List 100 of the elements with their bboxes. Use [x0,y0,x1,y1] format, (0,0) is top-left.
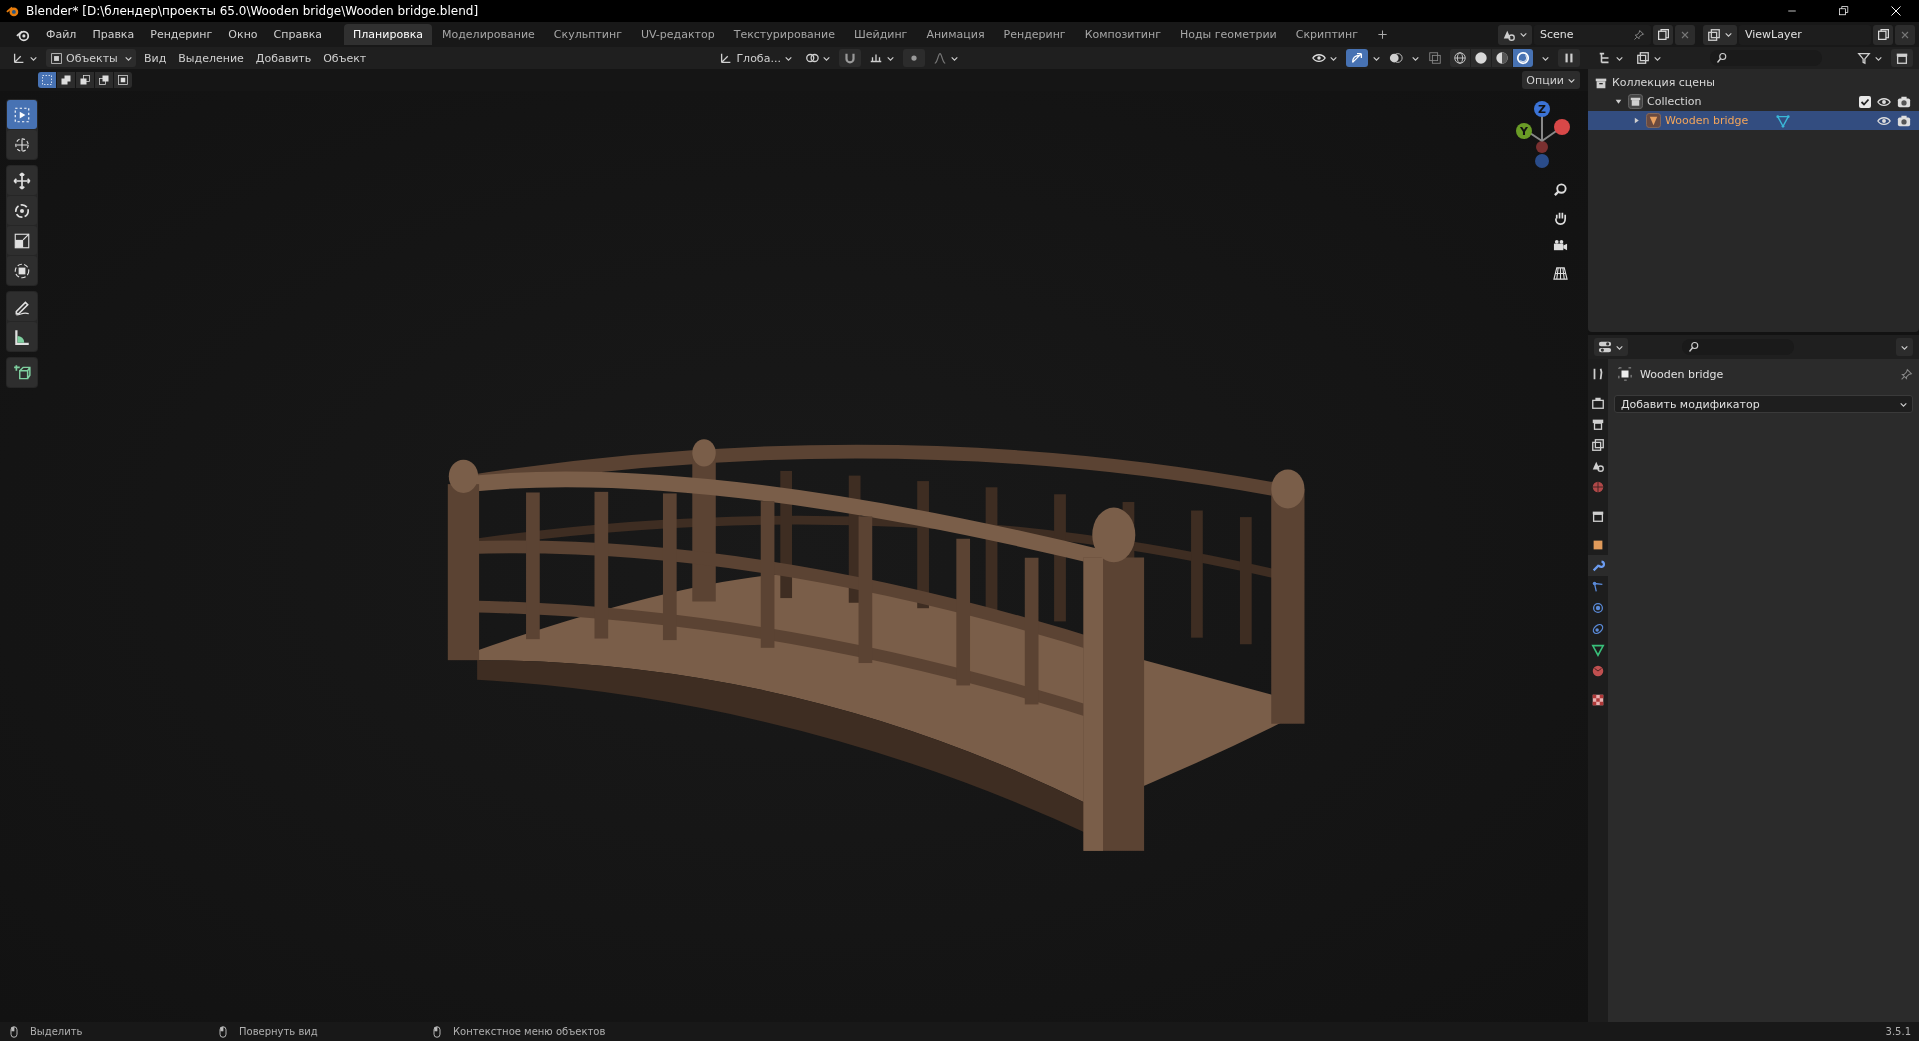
workspace-tab[interactable]: Текстурирование [724,24,844,45]
mouse-icon [8,1025,20,1038]
rendered-sphere-icon [1516,51,1530,65]
workspace-tab[interactable]: Планировка [344,24,432,45]
editor-type-button[interactable] [1594,338,1628,356]
pin-icon [1633,28,1645,41]
scene-name: Scene [1540,28,1574,41]
ruler-icon [13,327,31,346]
status-hint: Выделить [30,1026,83,1037]
axes-icon [12,51,26,65]
checkbox[interactable] [1859,95,1871,108]
box-icon [1628,94,1643,109]
select-mode-button[interactable] [114,72,132,88]
funnel-icon [1857,51,1871,65]
camera-icon [1897,113,1911,128]
shading-button[interactable] [1513,49,1533,67]
proportional-toggle[interactable] [902,49,925,67]
outliner-row[interactable]: Collection [1588,92,1919,111]
status-hint: Контекстное меню объектов [453,1026,606,1037]
tool-button[interactable] [7,322,37,351]
shading-button[interactable] [1471,49,1491,67]
workspace-tab[interactable]: Рендеринг [994,24,1075,45]
workspace-tab[interactable]: Анимация [917,24,994,45]
version-label: 3.5.1 [1885,1026,1911,1037]
scene-field[interactable]: Scene [1534,24,1651,45]
camera-icon [1552,237,1568,253]
delete-scene-button[interactable] [1675,24,1695,45]
add-modifier-dropdown[interactable]: Добавить модификатор [1614,395,1913,413]
menu-item[interactable]: Добавить [251,49,316,67]
wrench-icon [1591,558,1605,573]
orientation-dropdown[interactable]: Глоба... [715,49,797,67]
rotate-icon [13,201,31,220]
shading-button[interactable] [1492,49,1512,67]
menu-item[interactable]: Объект [319,49,371,67]
tool-button[interactable] [7,226,37,255]
outliner-icon [1598,51,1612,65]
workspace-tab[interactable]: Композитинг [1075,24,1170,45]
box-icon [1895,51,1909,65]
new-scene-button[interactable] [1653,24,1673,45]
select-mode-button[interactable] [57,72,75,88]
new-view-layer-button[interactable] [1873,24,1893,45]
select-mode-button[interactable] [95,72,113,88]
menu-item[interactable]: Окно [220,24,266,45]
options-dropdown[interactable]: Опции [1522,71,1580,89]
outliner-row[interactable]: Коллекция сцены [1588,73,1919,92]
workspace-tab[interactable]: Скульптинг [544,24,631,45]
workspace-tab[interactable]: Шейдинг [844,24,917,45]
tool-button[interactable] [7,358,37,387]
workspace-tab[interactable]: Моделирование [433,24,544,45]
mouse-icon [217,1025,229,1038]
mesh-data-icon [1776,113,1791,128]
tool-button[interactable] [7,196,37,225]
menu-item[interactable]: Справка [265,24,331,45]
add-cube-icon [13,363,31,382]
sidebar-toggle[interactable] [1558,49,1580,67]
options-button[interactable] [1896,338,1913,356]
orbit-icon [1591,600,1605,615]
falloff-curve-icon [932,51,947,65]
window-title: Blender* [D:\блендер\проекты 65.0\Wooden bridge\Wooden bridge.blend] [26,4,479,18]
view-layer-field[interactable]: ViewLayer [1739,24,1871,45]
snap-toggle[interactable] [838,49,861,67]
tool-button[interactable] [7,292,37,321]
menu-item[interactable]: Выделение [174,49,248,67]
object-square-icon [1618,367,1632,381]
outliner-row[interactable]: Wooden bridge [1588,111,1919,130]
tool-button[interactable] [7,130,37,159]
gizmo-toggle[interactable] [1346,49,1368,67]
outliner-item-label: Wooden bridge [1665,114,1749,127]
workspace-tab[interactable]: Скриптинг [1286,24,1367,45]
delete-view-layer-button[interactable] [1895,24,1915,45]
squares-icon [60,74,72,86]
workspace-tab[interactable]: UV-редактор [631,24,724,45]
view-layer-browse-button[interactable] [1703,24,1737,45]
overlay-circles-icon [1389,51,1403,65]
properties-tab[interactable] [1588,555,1608,576]
scene-browse-button[interactable] [1498,24,1532,45]
mode-dropdown[interactable]: Объекты [46,49,136,67]
triangle-mesh-icon [1591,642,1605,657]
new-collection-button[interactable] [1891,49,1913,67]
tool-button[interactable] [7,166,37,195]
navigation-gizmo[interactable]: Z Y [1504,97,1580,173]
globe-icon [1591,479,1605,494]
workspace-tab[interactable]: Ноды геометрии [1170,24,1286,45]
shading-button[interactable] [1450,49,1470,67]
menu-item[interactable]: Файл [38,24,85,45]
search-field[interactable] [1710,50,1822,66]
image-stack-icon [1636,51,1650,65]
search-field[interactable] [1682,339,1794,355]
menu-item[interactable]: Вид [140,49,171,67]
duplicate-icon [1656,28,1670,41]
squares-icon [117,74,129,86]
object-name: Wooden bridge [1640,367,1724,381]
squares-icon [79,74,91,86]
menu-item[interactable]: Правка [84,24,143,45]
view-layer-name: ViewLayer [1745,28,1802,41]
menu-item[interactable]: Рендеринг [142,24,221,45]
tool-button[interactable] [7,256,37,285]
xray-squares-icon [1428,51,1442,65]
select-mode-button[interactable] [76,72,94,88]
outliner-item-label: Collection [1647,95,1702,108]
